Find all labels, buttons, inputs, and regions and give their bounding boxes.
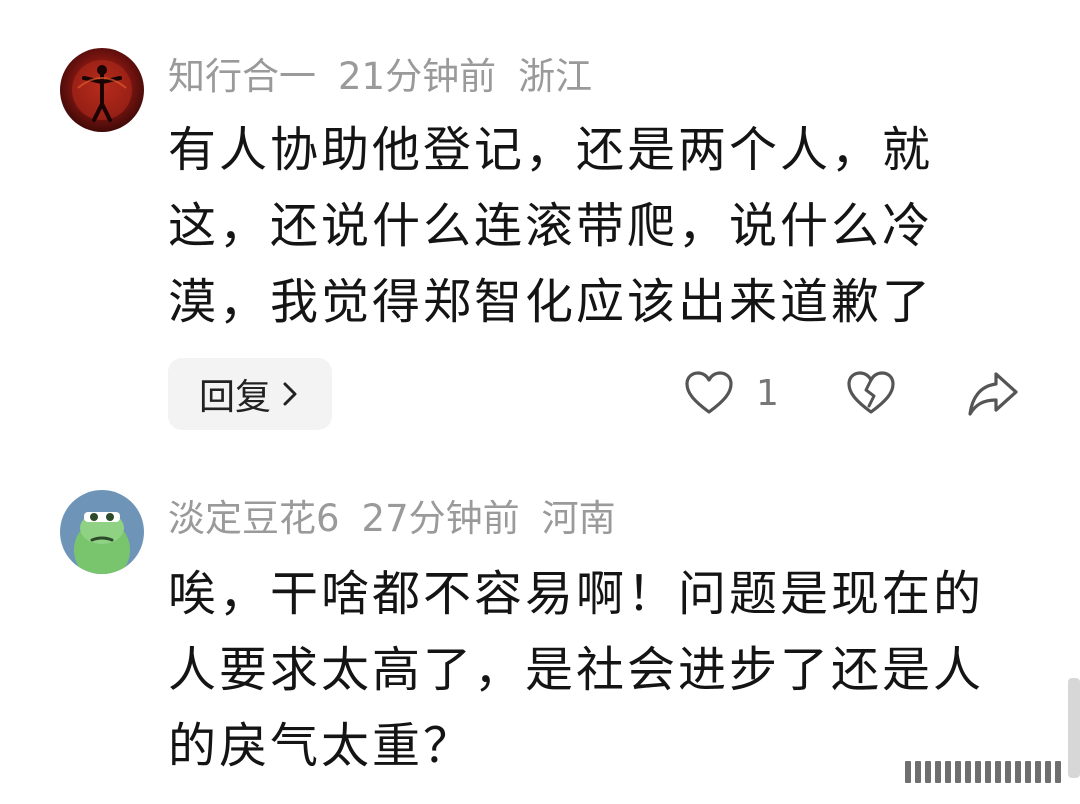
watermark-logo bbox=[905, 752, 1075, 792]
comment-location: 浙江 bbox=[518, 55, 593, 98]
comment-time: 27分钟前 bbox=[361, 497, 520, 540]
comment-meta: 淡定豆花6 27分钟前 河南 bbox=[168, 500, 638, 537]
share-button[interactable] bbox=[966, 368, 1020, 418]
user-avatar[interactable] bbox=[60, 48, 144, 132]
broken-heart-icon bbox=[847, 371, 895, 414]
like-count: 1 bbox=[756, 372, 779, 414]
red-figure-avatar-icon bbox=[72, 60, 132, 122]
reply-label: 回复 bbox=[198, 377, 271, 418]
comment-meta: 知行合一 21分钟前 浙江 bbox=[168, 58, 614, 95]
like-button[interactable]: 1 bbox=[684, 370, 779, 416]
username[interactable]: 知行合一 bbox=[168, 55, 316, 98]
comment-location: 河南 bbox=[541, 497, 616, 540]
comment-time: 21分钟前 bbox=[338, 55, 497, 98]
user-avatar[interactable] bbox=[60, 490, 144, 574]
dislike-button[interactable] bbox=[846, 370, 896, 416]
heart-icon bbox=[685, 371, 733, 414]
chevron-right-icon bbox=[283, 382, 297, 406]
reply-button[interactable]: 回复 bbox=[168, 358, 332, 430]
username[interactable]: 淡定豆花6 bbox=[168, 497, 340, 540]
share-icon bbox=[968, 372, 1018, 416]
green-cartoon-avatar-icon bbox=[74, 512, 130, 574]
comment-text: 唉，干啥都不容易啊！问题是现在的人要求太高了，是社会进步了还是人的戾气太重？ bbox=[168, 566, 985, 774]
comment-text: 有人协助他登记，还是两个人，就这，还说什么连滚带爬，说什么冷漠，我觉得郑智化应该… bbox=[168, 122, 934, 330]
